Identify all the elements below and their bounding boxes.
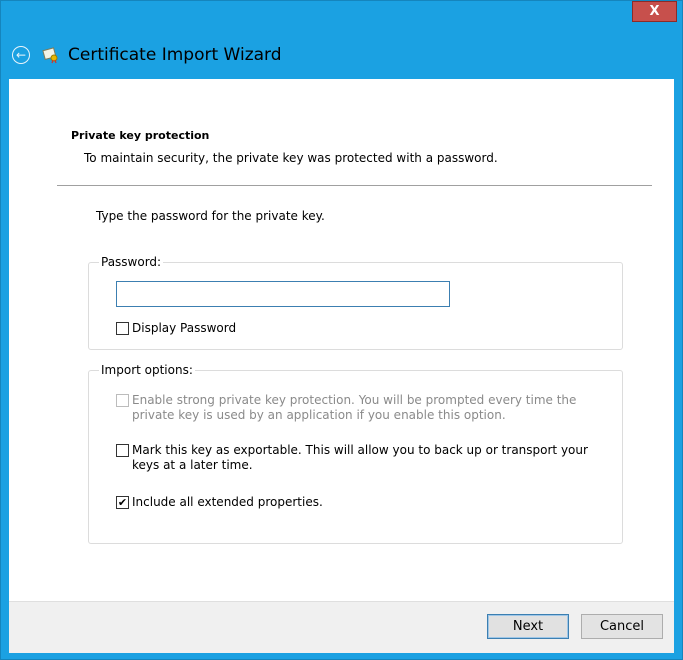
- exportable-line2: keys at a later time.: [132, 458, 253, 472]
- arrow-left-icon: ←: [15, 48, 27, 62]
- exportable-option[interactable]: Mark this key as exportable. This will a…: [116, 443, 588, 473]
- wizard-window: X ← Certificate Import Wizard Private ke…: [0, 0, 683, 660]
- page-description: To maintain security, the private key wa…: [84, 151, 498, 165]
- display-password-option[interactable]: Display Password: [116, 321, 236, 336]
- certificate-icon: [42, 47, 58, 64]
- import-options-label: Import options:: [99, 363, 195, 377]
- extended-properties-option[interactable]: ✔ Include all extended properties.: [116, 495, 323, 510]
- strong-protection-line1: Enable strong private key protection. Yo…: [132, 393, 577, 407]
- display-password-checkbox[interactable]: [116, 322, 129, 335]
- exportable-line1: Mark this key as exportable. This will a…: [132, 443, 588, 457]
- page-heading: Private key protection: [71, 129, 210, 142]
- checkmark-icon: ✔: [117, 496, 128, 509]
- close-button[interactable]: X: [632, 1, 677, 22]
- wizard-header: ← Certificate Import Wizard: [9, 31, 674, 79]
- back-button[interactable]: ←: [12, 46, 30, 64]
- wizard-title: Certificate Import Wizard: [68, 45, 282, 65]
- exportable-checkbox[interactable]: [116, 444, 129, 457]
- strong-protection-option: Enable strong private key protection. Yo…: [116, 393, 576, 423]
- extended-properties-label: Include all extended properties.: [132, 495, 323, 509]
- next-button[interactable]: Next: [487, 614, 569, 639]
- extended-properties-checkbox[interactable]: ✔: [116, 496, 129, 509]
- wizard-content: Private key protection To maintain secur…: [9, 79, 674, 601]
- close-icon: X: [649, 4, 660, 19]
- cancel-button[interactable]: Cancel: [581, 614, 663, 639]
- strong-protection-checkbox: [116, 394, 129, 407]
- exportable-label: Mark this key as exportable. This will a…: [132, 443, 588, 473]
- header-separator: [57, 185, 652, 186]
- strong-protection-label: Enable strong private key protection. Yo…: [132, 393, 576, 423]
- display-password-label: Display Password: [132, 321, 237, 335]
- instruction-text: Type the password for the private key.: [96, 209, 325, 223]
- password-label: Password:: [99, 255, 164, 269]
- wizard-footer: Next Cancel: [9, 601, 674, 653]
- password-input[interactable]: [116, 281, 450, 307]
- strong-protection-line2: private key is used by an application if…: [132, 408, 506, 422]
